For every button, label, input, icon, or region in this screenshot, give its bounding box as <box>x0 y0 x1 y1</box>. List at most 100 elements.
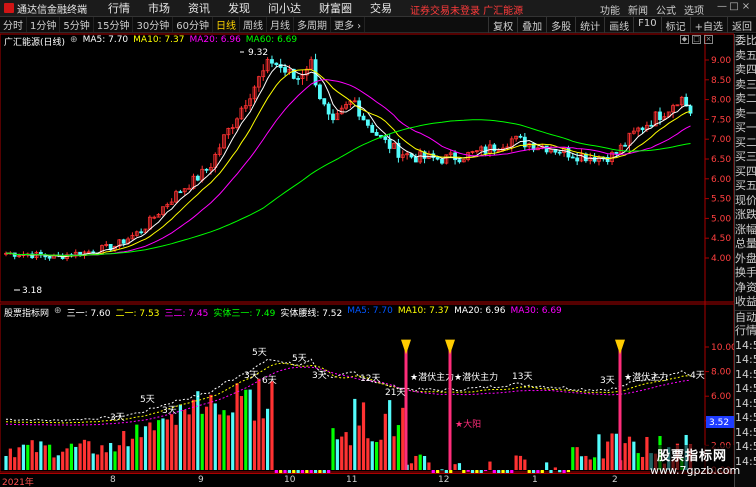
sidetab-item[interactable]: 现价 <box>735 194 756 209</box>
sidetab-item[interactable]: 自动 <box>735 309 756 325</box>
indicator-bar <box>266 408 270 470</box>
candle-body <box>322 98 327 105</box>
indicator-bar <box>231 412 235 470</box>
candle-body <box>121 239 126 244</box>
sidetab-item[interactable]: 买五 <box>735 179 756 194</box>
sidetab-item[interactable]: 买一 <box>735 121 756 136</box>
candle-body <box>370 124 375 133</box>
sidetab-time: 14:50 <box>735 367 756 381</box>
sidetab-item[interactable]: 买四 <box>735 165 756 180</box>
candle-body <box>365 119 370 126</box>
sidetab-time: 14:50 <box>735 396 756 410</box>
indicator-value: 三一: 7.60 <box>66 309 111 319</box>
circle-plus-icon[interactable]: ⊕ <box>54 306 62 318</box>
price-tick-label: 4.50 <box>711 234 731 244</box>
indicator-bar <box>518 455 523 470</box>
sidetab-item[interactable]: 涨跌 <box>735 208 756 223</box>
sidetab-item[interactable]: 买二 <box>735 136 756 151</box>
indicator-bar <box>109 442 113 470</box>
indicator-bar <box>401 407 405 470</box>
signal-label: ★潜伏主力 <box>624 371 668 383</box>
indicator-bar <box>74 446 78 470</box>
sidetab-item[interactable]: 净资 <box>735 281 756 296</box>
low-price-label: 3.18 <box>22 286 42 296</box>
sidetab-item[interactable]: 卖四 <box>735 63 756 78</box>
candle-body <box>318 84 322 100</box>
candle-body <box>204 168 209 171</box>
indicator-bar <box>82 439 87 470</box>
sidetab-item[interactable]: 行情 <box>735 324 756 339</box>
day-tag: 21天 <box>385 388 405 398</box>
sidetab-item[interactable]: 收益 <box>735 295 756 310</box>
date-axis: 2021年 8 9 10 11 12 1 2 <box>0 473 734 487</box>
circle-plus-icon[interactable]: ⊕ <box>70 35 78 47</box>
day-tag: 3天 <box>600 376 615 386</box>
sidetab-item[interactable]: 卖五 <box>735 49 756 64</box>
sidetab-time: 14:50 <box>735 353 756 366</box>
indicator-bar <box>579 456 584 470</box>
sidetab-time: 14:50 <box>735 338 756 352</box>
price-tick-label: 6.00 <box>711 175 731 185</box>
indicator-bar <box>370 441 374 470</box>
indicator-bar <box>196 391 200 470</box>
date-label: 8 <box>110 475 116 485</box>
sidetab-item[interactable]: 卖三 <box>735 78 756 93</box>
indicator-bar <box>488 461 492 470</box>
indicator-bar <box>152 430 156 470</box>
indicator-bar <box>8 448 12 470</box>
indicator-bar <box>392 436 396 470</box>
sidetab-item[interactable]: 总量 <box>735 237 756 252</box>
price-tick-label: 8.50 <box>711 76 731 86</box>
indicator-bar <box>187 414 191 470</box>
kline-info-row: 广汇能源(日线) ⊕ MA5: 7.70 MA10: 7.37 MA20: 6.… <box>4 35 302 48</box>
candle-body <box>492 144 497 152</box>
indicator-bar <box>100 445 104 470</box>
kline-chart[interactable]: 9.00 8.50 8.00 7.50 7.00 6.50 6.00 5.50 5.00 4.50… <box>0 0 734 473</box>
indicator-bar <box>636 453 640 470</box>
indicator-bar <box>366 438 370 470</box>
sidetab-time: 14:50 <box>735 425 756 439</box>
sidetab-item[interactable]: 涨幅 <box>735 223 756 238</box>
indicator-bar <box>379 439 383 470</box>
indicator-bar <box>113 451 117 470</box>
sidetab-item[interactable]: 外盘 <box>735 252 756 267</box>
close-pane-icon[interactable]: × <box>704 35 713 44</box>
watermark: 股票指标网 www.7gpzb.com <box>650 445 740 486</box>
sidetab-item[interactable]: 换手 <box>735 266 756 281</box>
day-tag: 3天 <box>244 371 259 381</box>
ma5-readout: MA5: 7.70 <box>82 35 129 45</box>
indicator-bar <box>584 455 588 470</box>
date-label: 2 <box>612 475 618 485</box>
candle-body <box>326 103 331 115</box>
watermark-title: 股票指标网 <box>656 449 727 464</box>
indicator-bar <box>466 470 470 472</box>
sidetab-item[interactable]: 卖一 <box>735 107 756 122</box>
restore-icon[interactable]: □ <box>692 35 701 44</box>
indicator-bar <box>87 441 91 470</box>
indicator-bar <box>117 445 121 470</box>
indicator-bar <box>484 470 488 471</box>
indicator-bar <box>571 447 575 470</box>
sidetab-item[interactable]: 卖二 <box>735 92 756 107</box>
indicator-bar <box>200 413 204 470</box>
signal-bar <box>404 343 408 470</box>
indicator-bar <box>575 447 579 470</box>
indicator-bar <box>244 389 248 470</box>
day-tag: 5天 <box>140 395 155 405</box>
indicator-bar <box>632 441 636 470</box>
candle-body <box>575 157 580 162</box>
settings-icon[interactable]: ◆ <box>680 35 689 44</box>
indicator-tick-label: 8.00 <box>711 368 731 378</box>
indicator-value: MA10: 7.37 <box>397 306 450 316</box>
sidetab-item[interactable]: 买三 <box>735 150 756 165</box>
close-icon[interactable]: × <box>740 1 752 12</box>
candle-body <box>139 231 144 234</box>
indicator-bar <box>222 410 226 470</box>
sidetab-item[interactable]: 委比 <box>735 34 756 49</box>
candle-body <box>283 67 287 73</box>
indicator-bar <box>52 457 56 470</box>
indicator-bar <box>104 452 108 470</box>
indicator-bar <box>65 448 69 470</box>
pane-controls: ◆ □ × <box>680 35 716 44</box>
indicator-bar <box>61 451 65 470</box>
